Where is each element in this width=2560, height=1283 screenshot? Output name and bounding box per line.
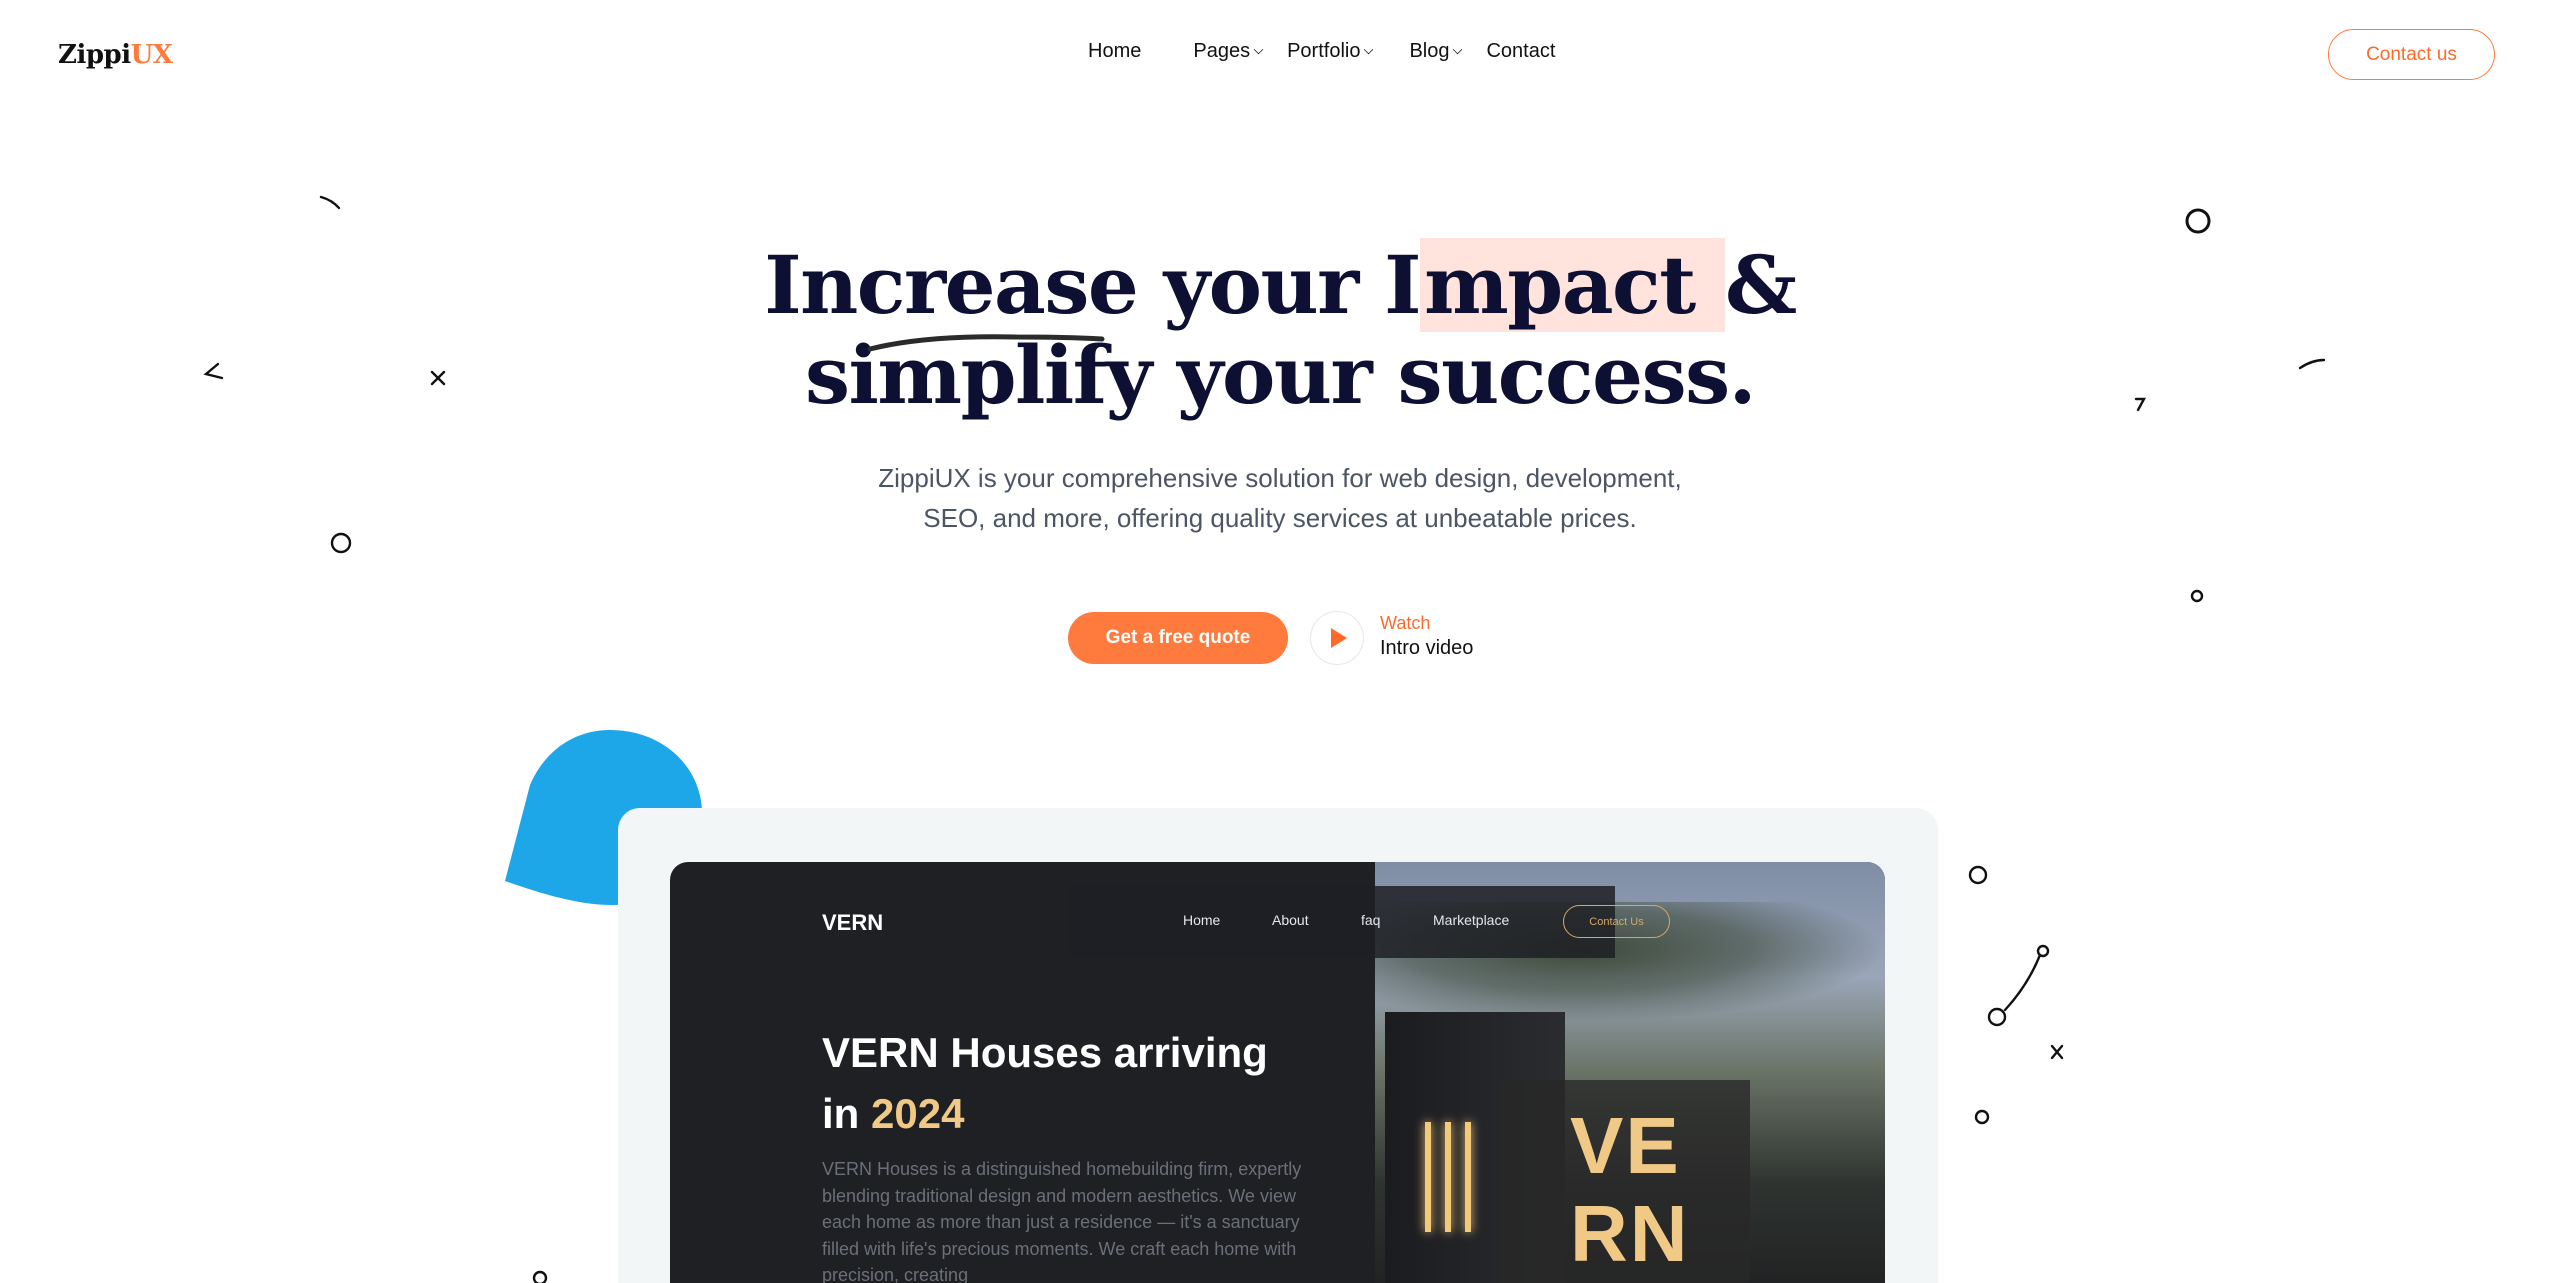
hero-title-ampersand: & (1725, 238, 1797, 332)
vern-letters-top: VE (1570, 1101, 1681, 1190)
mockup-headline-in: in (822, 1090, 860, 1137)
mockup-headline-year: 2024 (871, 1090, 965, 1137)
watch-label[interactable]: Watch (1380, 613, 1430, 634)
doodle-circle (2185, 208, 2211, 234)
hero-title-highlight: mpact (1420, 238, 1726, 332)
get-quote-button[interactable]: Get a free quote (1068, 612, 1288, 664)
doodle-circle (330, 532, 352, 554)
mockup-navbar (1070, 886, 1615, 958)
doodle-circle (532, 1270, 548, 1283)
doodle-cross (2050, 1044, 2064, 1060)
hero-subtitle-line1: ZippiUX is your comprehensive solution f… (878, 463, 1682, 493)
website-mockup: VE RN VERN Home About faq Marketplace Co… (670, 862, 1885, 1283)
mockup-headline-line1: VERN Houses arriving (822, 1029, 1268, 1076)
hero-title: Increase your Impact & simplify your suc… (0, 238, 2560, 420)
mockup-nav-marketplace[interactable]: Marketplace (1433, 912, 1509, 928)
play-video-button[interactable] (1310, 611, 1364, 665)
doodle-circle (1968, 865, 1988, 885)
doodle-circle (1974, 1109, 1990, 1125)
doodle-circle (1987, 1007, 2007, 1027)
house-window (1465, 1122, 1471, 1232)
mockup-contact-button[interactable]: Contact Us (1563, 905, 1670, 938)
mockup-body-text: VERN Houses is a distinguished homebuild… (822, 1159, 1302, 1283)
mockup-nav-faq[interactable]: faq (1361, 912, 1380, 928)
hero-subtitle-line2: SEO, and more, offering quality services… (923, 503, 1637, 533)
doodle-circle (2190, 589, 2204, 603)
mockup-brand[interactable]: VERN (822, 910, 883, 936)
mockup-headline: VERN Houses arriving in 2024 (822, 1022, 1342, 1144)
hero-title-part1: Increase your I (764, 238, 1421, 332)
play-icon (1331, 628, 1347, 648)
vern-letters-bottom: RN (1570, 1189, 1690, 1278)
doodle-stroke (319, 195, 341, 210)
house-window (1425, 1122, 1431, 1232)
hero-subtitle: ZippiUX is your comprehensive solution f… (780, 458, 1780, 538)
doodle-line (2003, 953, 2042, 1012)
vern-overlay-letters: VE RN (1570, 1102, 1690, 1278)
mockup-nav-about[interactable]: About (1272, 912, 1309, 928)
underline-swash-icon (867, 334, 1105, 352)
intro-video-link[interactable]: Intro video (1380, 637, 1473, 660)
house-window (1445, 1122, 1451, 1232)
mockup-nav-home[interactable]: Home (1183, 912, 1220, 928)
